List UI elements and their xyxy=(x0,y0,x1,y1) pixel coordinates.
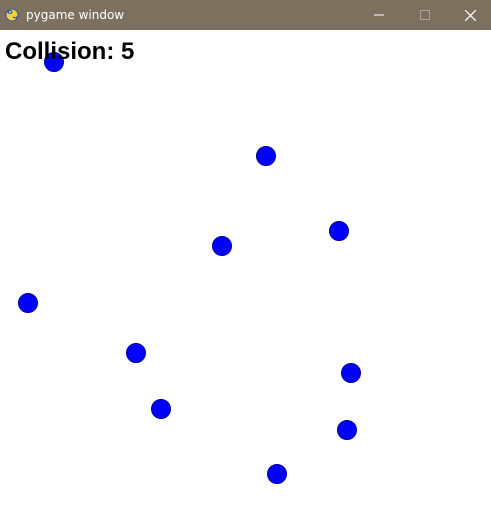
minimize-button[interactable] xyxy=(356,0,402,30)
minimize-icon xyxy=(374,14,384,16)
ball xyxy=(212,236,232,256)
ball xyxy=(267,464,287,484)
game-canvas[interactable] xyxy=(0,30,491,529)
collision-counter: Collision: 5 xyxy=(5,38,135,65)
title-bar[interactable]: pygame window xyxy=(0,0,491,30)
ball xyxy=(256,146,276,166)
ball xyxy=(329,221,349,241)
maximize-icon xyxy=(420,10,430,20)
ball xyxy=(341,363,361,383)
ball xyxy=(151,399,171,419)
ball xyxy=(18,293,38,313)
ball xyxy=(337,420,357,440)
maximize-button[interactable] xyxy=(402,0,448,30)
pygame-snake-icon xyxy=(5,8,19,22)
pygame-window: pygame window Collision: 5 xyxy=(0,0,491,529)
window-title: pygame window xyxy=(26,8,125,22)
close-icon xyxy=(464,9,476,21)
close-button[interactable] xyxy=(447,0,491,30)
ball xyxy=(126,343,146,363)
